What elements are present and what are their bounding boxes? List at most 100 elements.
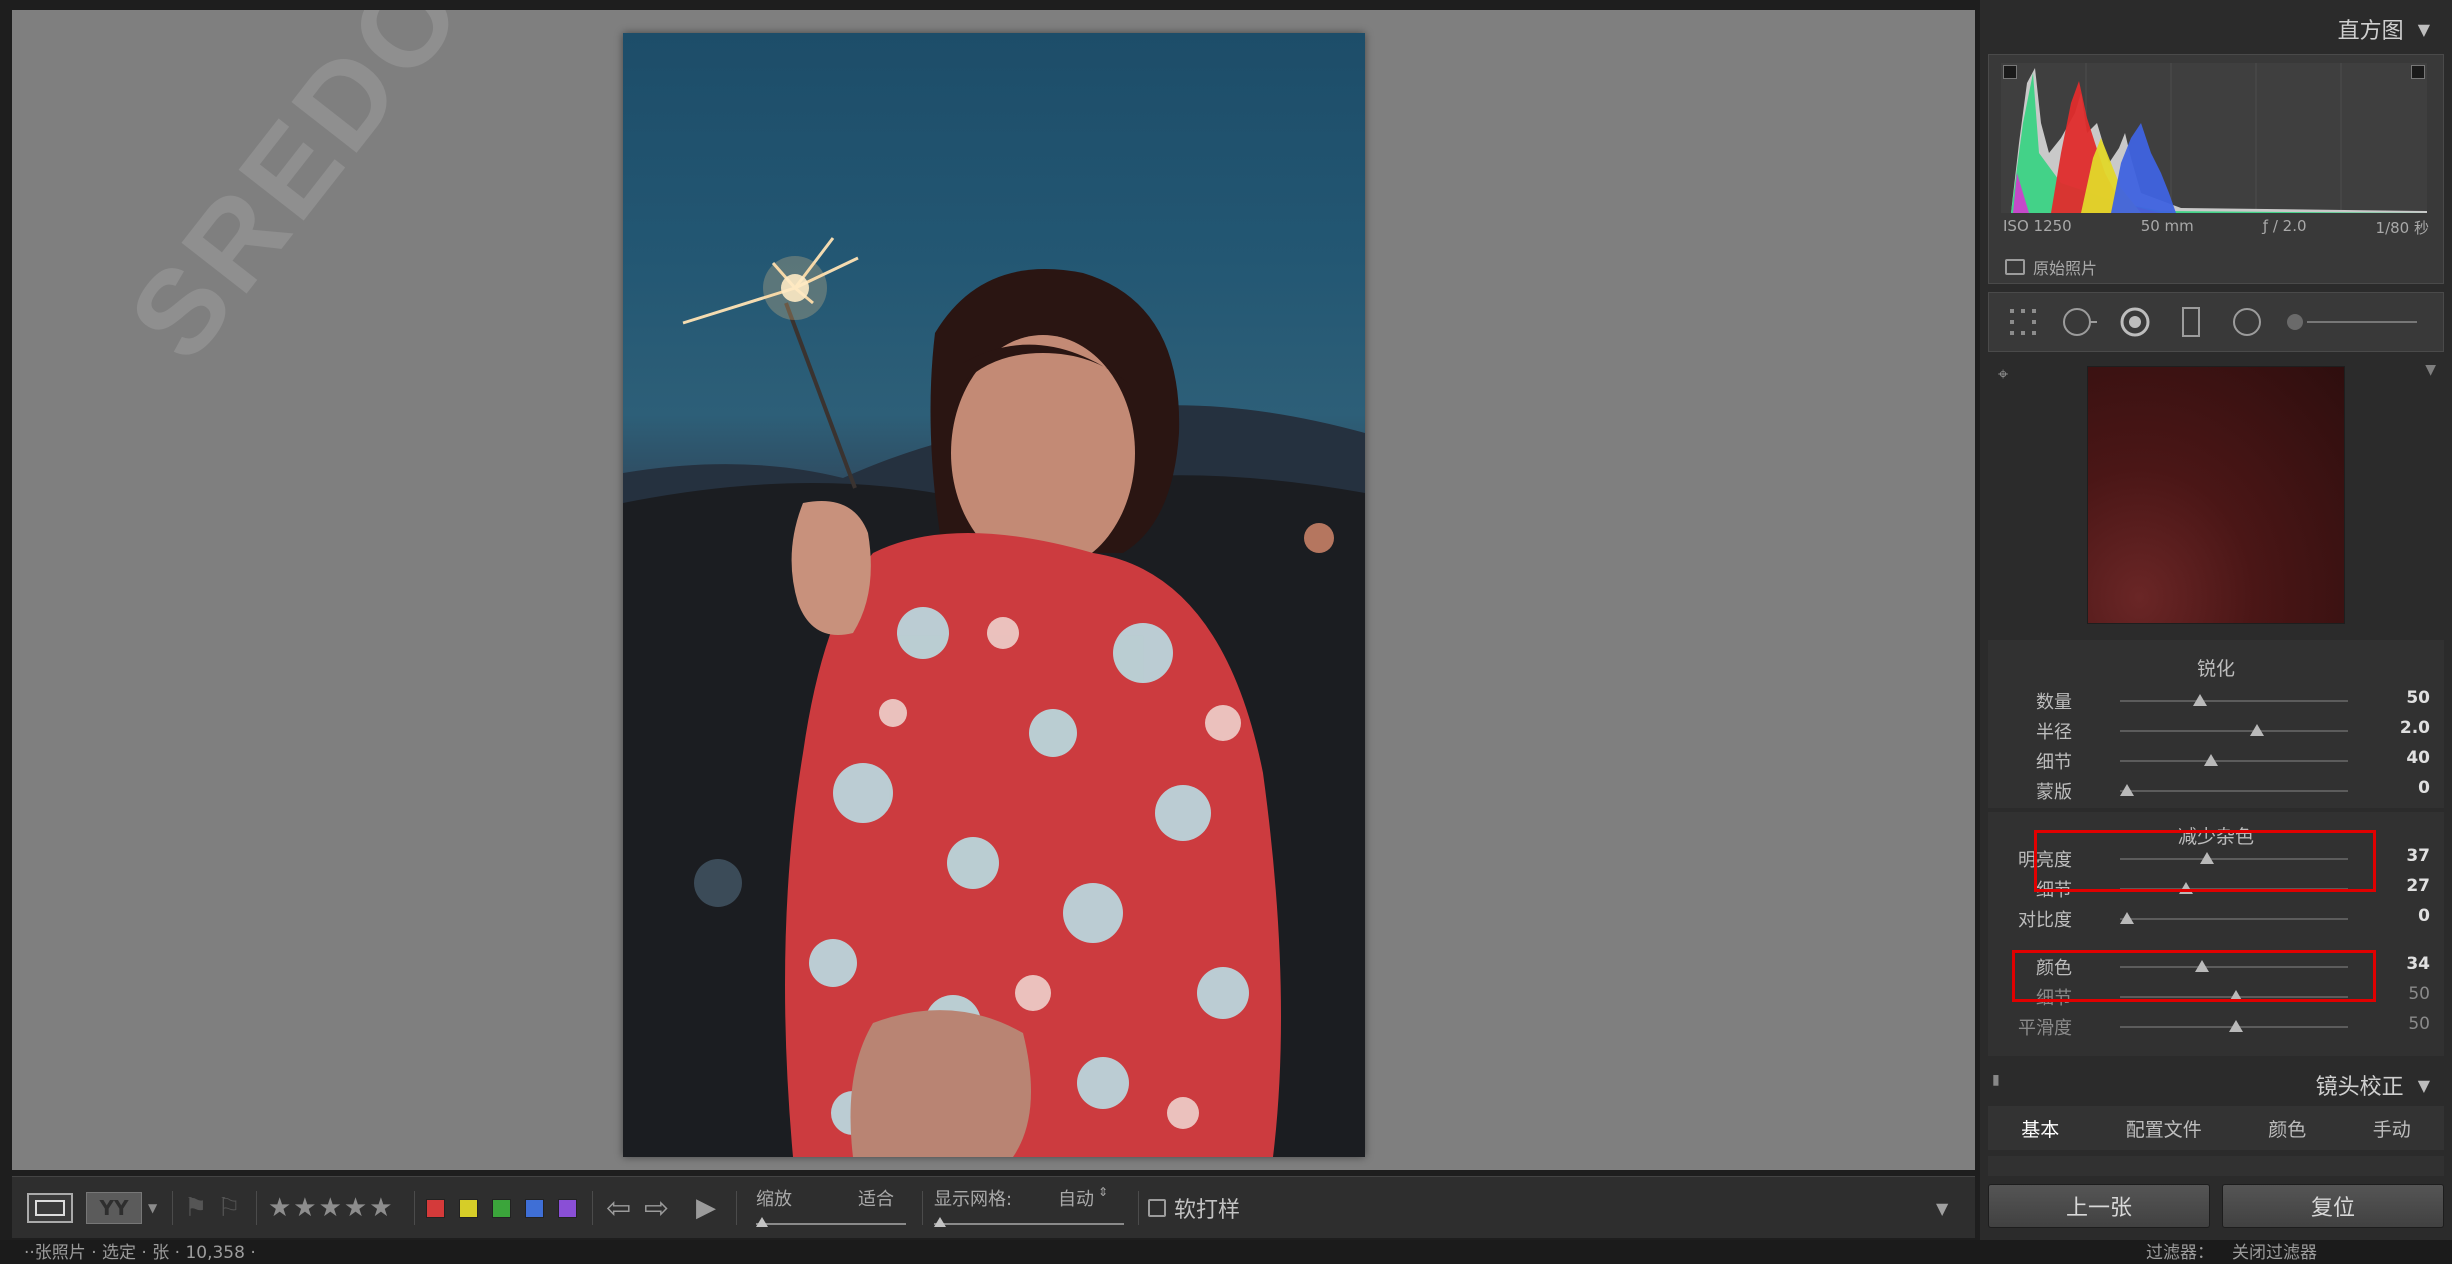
color-labels bbox=[426, 1177, 591, 1239]
grid-label: 显示网格: bbox=[934, 1189, 1013, 1210]
slider-thumb[interactable] bbox=[2204, 754, 2219, 766]
collapse-triangle-icon[interactable]: ▼ bbox=[2418, 20, 2430, 39]
slider-track[interactable] bbox=[2120, 918, 2348, 920]
original-photo-label: 原始照片 bbox=[2033, 259, 2098, 278]
corner-triangle-icon: ▼ bbox=[2425, 362, 2436, 378]
radial-filter-icon[interactable] bbox=[2229, 304, 2265, 340]
photo-image bbox=[623, 237, 1365, 1157]
grid-value[interactable]: 自动 ⇕ bbox=[1058, 1177, 1108, 1247]
red-eye-icon[interactable] bbox=[2117, 304, 2153, 340]
slider-value[interactable]: 50 bbox=[2408, 984, 2430, 1004]
slider-value[interactable]: 2.0 bbox=[2400, 718, 2430, 738]
loupe-view-button[interactable] bbox=[26, 1177, 74, 1239]
tab-manual[interactable]: 手动 bbox=[2373, 1115, 2411, 1142]
zoom-slider-thumb[interactable] bbox=[756, 1217, 768, 1227]
slider-value[interactable]: 34 bbox=[2406, 954, 2430, 974]
histogram-graph[interactable] bbox=[2001, 63, 2427, 213]
slideshow-play-icon[interactable]: ▶ bbox=[696, 1177, 716, 1239]
color-label-2[interactable] bbox=[459, 1198, 478, 1218]
zoom-label: 缩放 bbox=[756, 1189, 792, 1210]
flag-icon[interactable]: ⚑ bbox=[184, 1193, 207, 1223]
slider-thumb[interactable] bbox=[2249, 724, 2264, 736]
histogram-header[interactable]: 直方图 ▼ bbox=[1980, 6, 2452, 52]
dropdown-arrow-icon[interactable]: ▼ bbox=[148, 1201, 157, 1215]
tab-basic[interactable]: 基本 bbox=[2021, 1115, 2059, 1142]
panel-buttons: 上一张 复位 bbox=[1988, 1184, 2444, 1228]
graduated-filter-icon[interactable] bbox=[2173, 304, 2209, 340]
reject-flag-icon[interactable]: ⚐ bbox=[217, 1193, 240, 1223]
soft-proof-label: 软打样 bbox=[1174, 1198, 1241, 1223]
compare-view-button[interactable]: YY ▼ bbox=[86, 1177, 157, 1239]
lens-correction-tabs: 基本 配置文件 颜色 手动 bbox=[1988, 1106, 2444, 1150]
histogram-curves bbox=[2011, 63, 2427, 213]
aperture-value: ƒ / 2.0 bbox=[2262, 217, 2307, 235]
photo-canvas[interactable]: SREDOEDE bbox=[12, 10, 1975, 1170]
color-label-5[interactable] bbox=[558, 1198, 577, 1218]
slider-thumb[interactable] bbox=[2119, 912, 2134, 924]
slider-label: 对比度 bbox=[2018, 910, 2072, 931]
reset-button[interactable]: 复位 bbox=[2222, 1184, 2444, 1228]
slider-thumb[interactable] bbox=[2192, 694, 2207, 706]
checkbox-icon[interactable] bbox=[2005, 259, 2025, 275]
slider-thumb[interactable] bbox=[2229, 1020, 2244, 1032]
lens-content-edge bbox=[1988, 1156, 2444, 1176]
color-label-4[interactable] bbox=[525, 1198, 544, 1218]
noise-reduction-slider-row[interactable]: 平滑度 50 bbox=[1988, 1014, 2444, 1039]
slider-label: 细节 bbox=[2036, 752, 2072, 773]
star-rating[interactable]: ★★★★★ bbox=[268, 1177, 395, 1239]
toolbar-menu-arrow-icon[interactable]: ▼ bbox=[1936, 1177, 1948, 1239]
slider-value[interactable]: 50 bbox=[2406, 688, 2430, 708]
highlight-clipping-icon[interactable] bbox=[2411, 65, 2425, 79]
tab-color[interactable]: 颜色 bbox=[2268, 1115, 2306, 1142]
sharpening-slider-row[interactable]: 数量 50 bbox=[1988, 688, 2444, 713]
slider-track[interactable] bbox=[2120, 790, 2348, 792]
noise-reduction-slider-row[interactable]: 对比度 0 bbox=[1988, 906, 2444, 931]
crop-overlay-icon[interactable] bbox=[2005, 304, 2041, 340]
lens-correction-header[interactable]: ▮ 镜头校正 ▼ bbox=[1980, 1062, 2452, 1108]
slider-value[interactable]: 50 bbox=[2408, 1014, 2430, 1034]
sharpening-slider-row[interactable]: 蒙版 0 bbox=[1988, 778, 2444, 803]
collapse-triangle-icon[interactable]: ▼ bbox=[2418, 1076, 2430, 1095]
color-label-1[interactable] bbox=[426, 1198, 445, 1218]
slider-track[interactable] bbox=[2120, 700, 2348, 702]
slider-thumb[interactable] bbox=[2119, 784, 2134, 796]
original-photo-toggle[interactable]: 原始照片 bbox=[2005, 255, 2097, 279]
soft-proof-toggle[interactable]: 软打样 bbox=[1148, 1177, 1240, 1239]
checkbox-icon[interactable] bbox=[1148, 1199, 1166, 1217]
sharpening-slider-row[interactable]: 细节 40 bbox=[1988, 748, 2444, 773]
slider-value[interactable]: 37 bbox=[2406, 846, 2430, 866]
grid-slider[interactable] bbox=[934, 1223, 1124, 1225]
flag-buttons: ⚑ ⚐ bbox=[184, 1177, 241, 1239]
slider-track[interactable] bbox=[2120, 760, 2348, 762]
tab-profile[interactable]: 配置文件 bbox=[2126, 1115, 2202, 1142]
slider-value[interactable]: 0 bbox=[2418, 906, 2430, 926]
previous-button[interactable]: 上一张 bbox=[1988, 1184, 2210, 1228]
panel-pin-icon: ▮ bbox=[1992, 1072, 2000, 1088]
adjustment-brush-icon[interactable] bbox=[2285, 304, 2425, 340]
grid-slider-thumb[interactable] bbox=[934, 1217, 946, 1227]
previous-photo-arrow-icon[interactable]: ⇦ bbox=[606, 1177, 631, 1239]
zoom-value[interactable]: 适合 bbox=[858, 1177, 894, 1247]
detail-target-icon[interactable]: ⌖ bbox=[1998, 364, 2008, 385]
slider-label: 数量 bbox=[2036, 692, 2072, 713]
detail-preview[interactable] bbox=[2087, 366, 2345, 624]
next-photo-arrow-icon[interactable]: ⇨ bbox=[644, 1177, 669, 1239]
slider-label: 半径 bbox=[2036, 722, 2072, 743]
slider-value[interactable]: 0 bbox=[2418, 778, 2430, 798]
grid-value-text: 自动 bbox=[1058, 1189, 1094, 1210]
tool-strip bbox=[1988, 292, 2444, 352]
slider-value[interactable]: 27 bbox=[2406, 876, 2430, 896]
status-bar: ··张照片 · 选定 · 张 · 10,358 · 过滤器： 关闭过滤器 bbox=[0, 1240, 2452, 1264]
slider-value[interactable]: 40 bbox=[2406, 748, 2430, 768]
photo-preview[interactable] bbox=[623, 33, 1365, 1157]
color-label-3[interactable] bbox=[492, 1198, 511, 1218]
right-panel: 直方图 ▼ ISO 1250 50 mm ƒ / 2.0 1/80 秒 原始照片… bbox=[1980, 0, 2452, 1264]
status-filter-value[interactable]: 关闭过滤器 bbox=[2232, 1240, 2317, 1263]
spot-removal-icon[interactable] bbox=[2061, 304, 2097, 340]
sharpening-slider-row[interactable]: 半径 2.0 bbox=[1988, 718, 2444, 743]
lens-correction-title: 镜头校正 bbox=[2315, 1075, 2404, 1100]
shadow-clipping-icon[interactable] bbox=[2003, 65, 2017, 79]
slider-track[interactable] bbox=[2120, 730, 2348, 732]
highlight-luminance-box bbox=[2034, 830, 2376, 892]
zoom-slider[interactable] bbox=[756, 1223, 906, 1225]
